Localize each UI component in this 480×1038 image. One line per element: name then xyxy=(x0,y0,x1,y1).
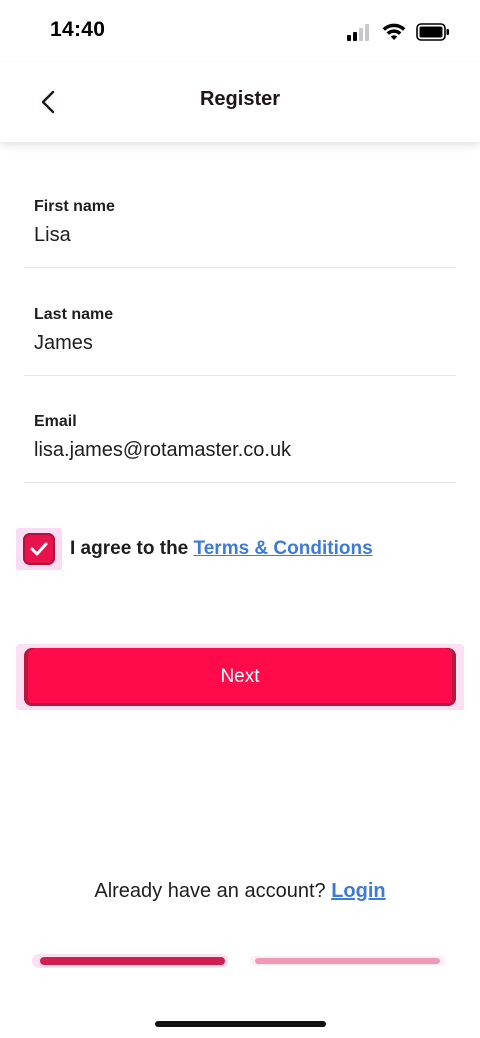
next-button-highlight: Next xyxy=(16,644,464,710)
wifi-icon xyxy=(382,23,406,40)
step-indicator-1 xyxy=(32,954,228,968)
terms-agree-row: I agree to the Terms & Conditions xyxy=(16,528,373,570)
terms-conditions-link[interactable]: Terms & Conditions xyxy=(194,538,373,559)
email-label: Email xyxy=(34,413,77,430)
terms-agree-text: I agree to the Terms & Conditions xyxy=(70,538,373,560)
app-header: Register xyxy=(0,62,480,142)
terms-checkbox[interactable] xyxy=(16,528,62,570)
battery-icon xyxy=(416,23,449,41)
login-prompt-text: Already have an account? xyxy=(94,880,332,902)
last-name-input[interactable] xyxy=(34,328,444,358)
checkmark-icon xyxy=(30,542,48,556)
first-name-input[interactable] xyxy=(34,220,444,250)
email-input[interactable] xyxy=(34,435,444,465)
step-indicator-2-bar xyxy=(255,958,440,964)
status-time: 14:40 xyxy=(50,18,106,41)
last-name-label: Last name xyxy=(34,306,114,323)
first-name-field: First name xyxy=(24,198,456,268)
checkbox-box xyxy=(23,533,55,565)
status-bar: 14:40 xyxy=(0,0,480,62)
last-name-field: Last name xyxy=(24,306,456,376)
cellular-signal-icon xyxy=(347,24,369,41)
login-prompt: Already have an account? Login xyxy=(0,880,480,903)
login-link[interactable]: Login xyxy=(331,880,385,902)
status-icons xyxy=(346,20,450,44)
terms-agree-prefix: I agree to the xyxy=(70,538,194,559)
next-button[interactable]: Next xyxy=(24,648,456,706)
step-indicator-1-bar xyxy=(40,957,225,965)
register-screen: 14:40 Register First name Lisa Last name… xyxy=(0,0,480,1038)
first-name-label: First name xyxy=(34,198,115,215)
home-indicator[interactable] xyxy=(155,1021,326,1027)
email-field: Email xyxy=(24,413,456,483)
step-indicator-2 xyxy=(250,956,446,966)
page-title: Register xyxy=(199,88,281,110)
